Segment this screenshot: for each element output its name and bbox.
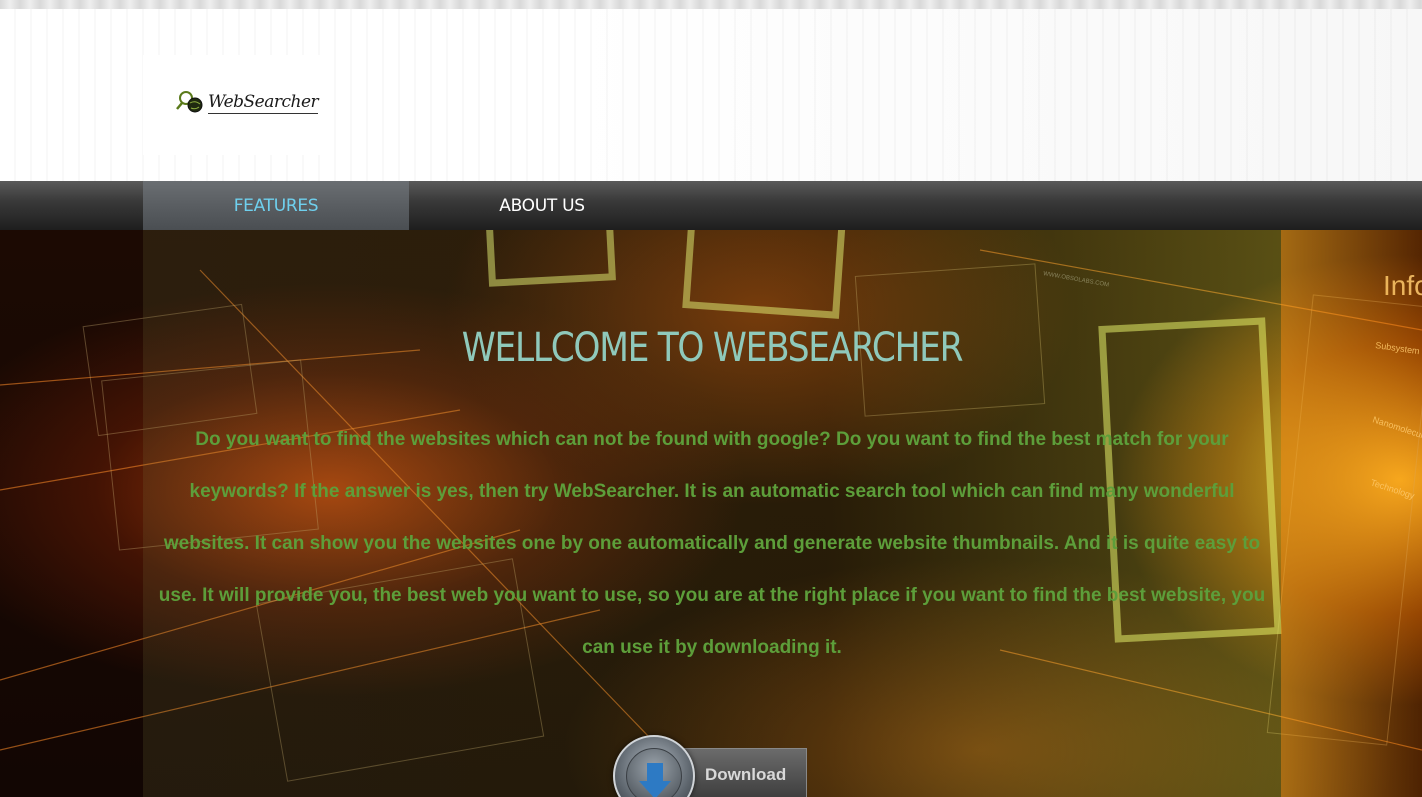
download-arrow-icon (639, 763, 671, 797)
logo-container: WebSearcher (143, 55, 333, 155)
download-circle-inner (626, 748, 682, 797)
logo-text: WebSearcher (208, 92, 319, 114)
hero-description: Do you want to find the websites which c… (158, 429, 1266, 658)
nav-item-about-us[interactable]: ABOUT US (409, 181, 675, 230)
site-header: WebSearcher (0, 0, 1422, 181)
site-logo[interactable]: WebSearcher (176, 89, 319, 117)
main-navigation: FEATURES ABOUT US (0, 181, 1422, 230)
page-title: WELLCOME TO WEBSEARCHER (461, 325, 964, 371)
download-button-label: Download (705, 765, 787, 784)
download-button[interactable]: Download (613, 735, 807, 797)
hero-right-glow (1281, 230, 1422, 797)
nav-item-features[interactable]: FEATURES (143, 181, 409, 230)
hero-section: Info Subsystem Nanomolecule Technology W… (0, 230, 1422, 797)
magnifier-globe-icon (176, 91, 203, 113)
download-circle (613, 735, 695, 797)
